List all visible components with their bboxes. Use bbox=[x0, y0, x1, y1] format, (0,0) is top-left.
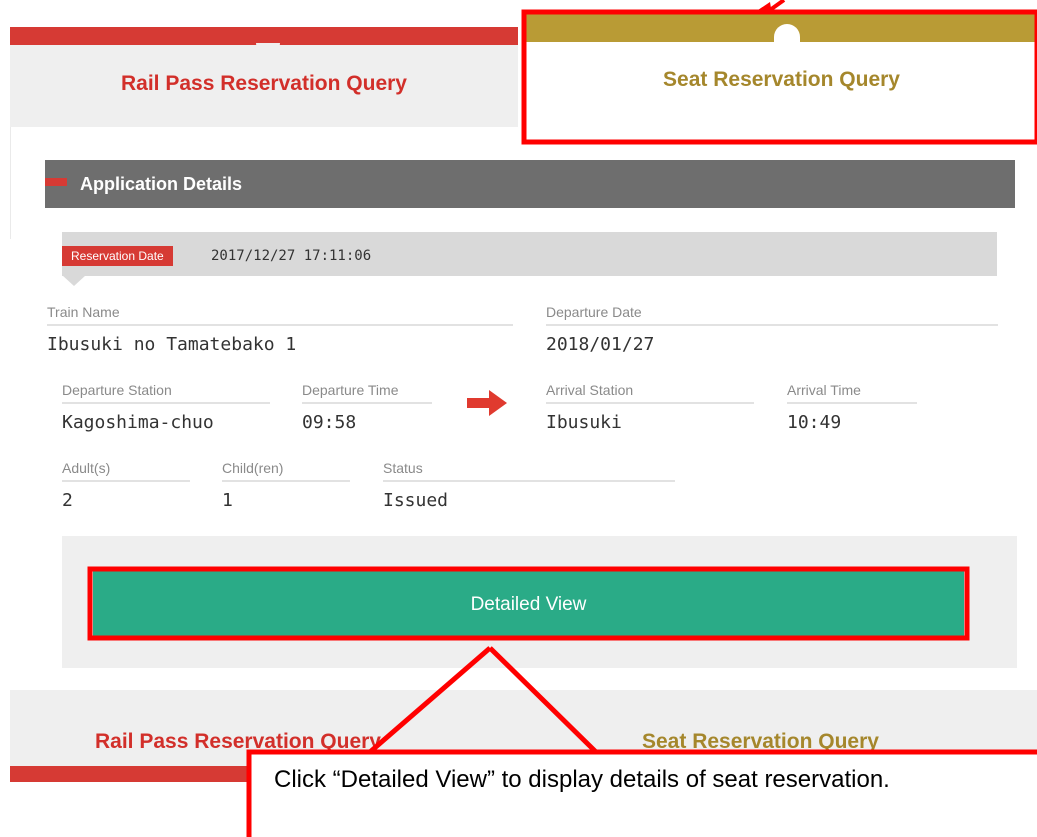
reservation-date-label: Reservation Date bbox=[62, 246, 173, 266]
departure-station-value: Kagoshima-chuo bbox=[62, 412, 214, 433]
departure-time-value: 09:58 bbox=[302, 412, 357, 433]
departure-station-field: Departure Station Kagoshima-chuo bbox=[62, 382, 270, 433]
adults-value: 2 bbox=[62, 490, 73, 511]
application-details-header: Application Details bbox=[45, 160, 1015, 208]
detailed-view-button[interactable]: Detailed View bbox=[93, 571, 964, 636]
children-field: Child(ren) 1 bbox=[222, 460, 350, 511]
tab-notch-indicator bbox=[256, 43, 280, 55]
status-field: Status Issued bbox=[383, 460, 675, 511]
tab-rail-pass-reservation-query[interactable]: Rail Pass Reservation Query bbox=[10, 27, 518, 127]
right-arrow-icon bbox=[467, 390, 507, 416]
application-details-title: Application Details bbox=[80, 174, 243, 194]
adults-label: Adult(s) bbox=[62, 460, 190, 482]
children-label: Child(ren) bbox=[222, 460, 350, 482]
departure-station-label: Departure Station bbox=[62, 382, 270, 404]
tab-rail-pass-label: Rail Pass Reservation Query bbox=[121, 72, 407, 95]
train-name-value: Ibusuki no Tamatebako 1 bbox=[47, 334, 297, 355]
status-label: Status bbox=[383, 460, 675, 482]
departure-date-label: Departure Date bbox=[546, 304, 998, 326]
reservation-date-pointer bbox=[62, 275, 86, 286]
arrival-station-value: Ibusuki bbox=[546, 412, 622, 433]
tab-seat-reservation-query[interactable]: Seat Reservation Query bbox=[526, 14, 1037, 126]
train-name-field: Train Name Ibusuki no Tamatebako 1 bbox=[47, 304, 513, 355]
arrival-time-value: 10:49 bbox=[787, 412, 842, 433]
departure-date-value: 2018/01/27 bbox=[546, 334, 655, 355]
top-pointer-line bbox=[768, 0, 786, 12]
children-value: 1 bbox=[222, 490, 233, 511]
reservation-date-value: 2017/12/27 17:11:06 bbox=[211, 248, 372, 264]
departure-time-field: Departure Time 09:58 bbox=[302, 382, 432, 433]
status-value: Issued bbox=[383, 490, 449, 511]
train-name-label: Train Name bbox=[47, 304, 513, 326]
arrival-station-label: Arrival Station bbox=[546, 382, 754, 404]
top-pointer-arrowhead bbox=[752, 2, 772, 14]
departure-time-label: Departure Time bbox=[302, 382, 432, 404]
departure-date-field: Departure Date 2018/01/27 bbox=[546, 304, 998, 355]
reservation-date-bar bbox=[62, 232, 997, 276]
tab-seat-label: Seat Reservation Query bbox=[663, 68, 900, 91]
arrival-time-label: Arrival Time bbox=[787, 382, 917, 404]
arrival-station-field: Arrival Station Ibusuki bbox=[546, 382, 754, 433]
arrival-time-field: Arrival Time 10:49 bbox=[787, 382, 917, 433]
panel-left-border bbox=[10, 127, 11, 239]
annotation-callout-text: Click “Detailed View” to display details… bbox=[274, 766, 890, 793]
section-marker bbox=[45, 178, 67, 186]
adults-field: Adult(s) 2 bbox=[62, 460, 190, 511]
